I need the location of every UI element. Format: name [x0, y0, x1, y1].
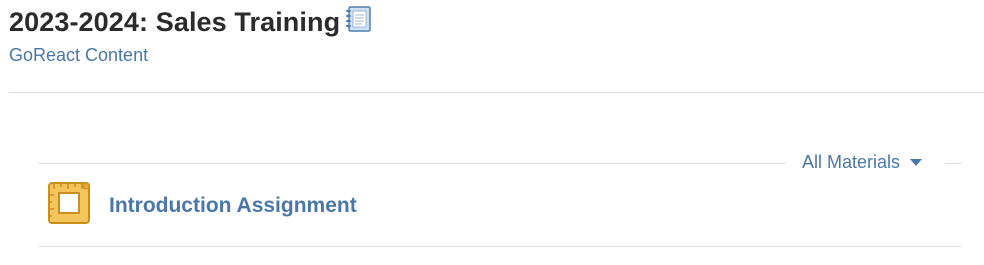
materials-filter-dropdown[interactable]: All Materials — [802, 151, 923, 173]
org-link[interactable]: GoReact Content — [9, 45, 148, 66]
material-item[interactable]: Introduction Assignment — [38, 176, 962, 246]
assignment-icon — [46, 180, 92, 226]
page-title: 2023-2024: Sales Training — [9, 6, 341, 37]
filter-divider-left — [38, 163, 786, 164]
material-title[interactable]: Introduction Assignment — [109, 194, 357, 218]
caret-down-icon — [910, 159, 923, 166]
header-divider — [9, 92, 984, 93]
filter-divider-right — [946, 163, 962, 164]
notebook-icon — [344, 4, 374, 34]
materials-filter-label: All Materials — [802, 151, 901, 172]
page-header: 2023-2024: Sales Training — [9, 4, 374, 40]
material-divider — [38, 246, 962, 247]
